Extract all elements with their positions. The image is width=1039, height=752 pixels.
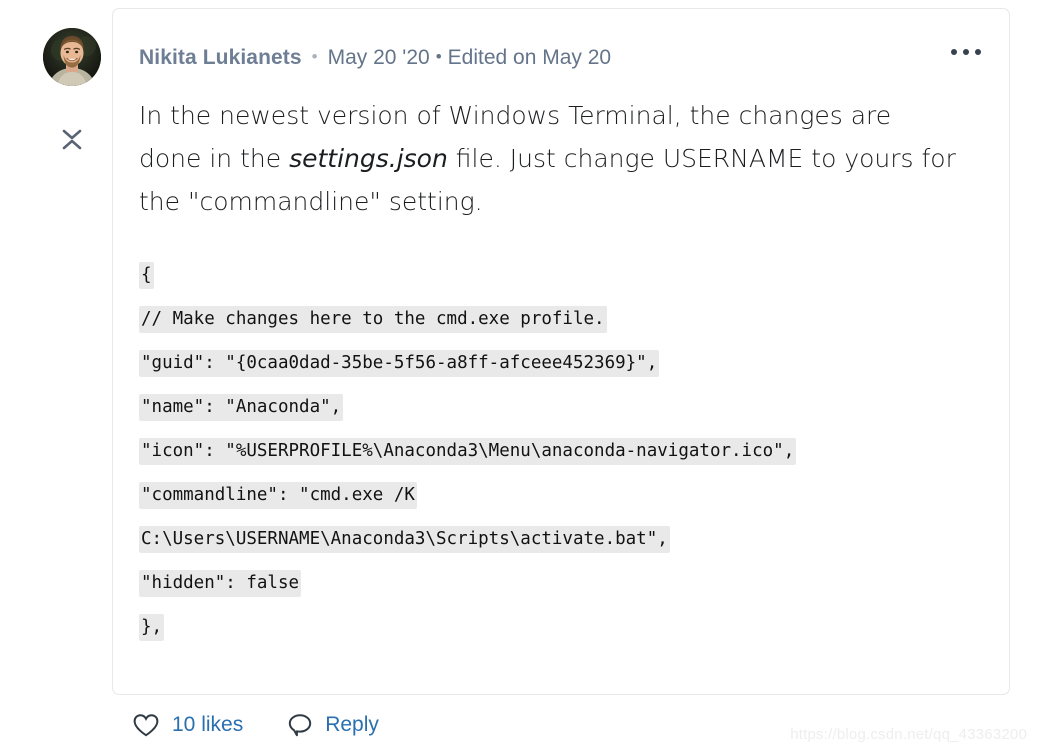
- code-line-text: "hidden": false: [139, 570, 302, 597]
- code-line-text: "guid": "{0caa0dad-35be-5f56-a8ff-afceee…: [139, 350, 660, 377]
- code-line-text: "name": "Anaconda",: [139, 394, 344, 421]
- heart-icon: [132, 713, 160, 738]
- comment-meta: Nikita Lukianets • May 20 '20 • Edited o…: [139, 45, 979, 72]
- avatar[interactable]: [43, 28, 101, 86]
- code-line: "icon": "%USERPROFILE%\Anaconda3\Menu\an…: [139, 429, 979, 473]
- code-line: // Make changes here to the cmd.exe prof…: [139, 297, 979, 341]
- code-line-text: C:\Users\USERNAME\Anaconda3\Scripts\acti…: [139, 526, 670, 553]
- comment-card: Nikita Lukianets • May 20 '20 • Edited o…: [112, 8, 1010, 695]
- comment-container: Nikita Lukianets • May 20 '20 • Edited o…: [0, 0, 1039, 752]
- code-line-text: },: [139, 614, 165, 641]
- code-line: C:\Users\USERNAME\Anaconda3\Scripts\acti…: [139, 517, 979, 561]
- code-line-text: "icon": "%USERPROFILE%\Anaconda3\Menu\an…: [139, 438, 797, 465]
- reply-button[interactable]: Reply: [287, 712, 379, 738]
- collapse-thread-toggle[interactable]: [43, 122, 101, 156]
- reply-label: Reply: [325, 713, 379, 736]
- code-line: "commandline": "cmd.exe /K: [139, 473, 979, 517]
- like-button[interactable]: 10 likes: [132, 713, 243, 738]
- more-horizontal-icon-dot-3: [975, 49, 981, 55]
- more-horizontal-icon-dot-2: [963, 49, 969, 55]
- user-photo-avatar-icon: [43, 28, 101, 86]
- speech-bubble-icon: [287, 712, 313, 738]
- more-options-button[interactable]: [945, 39, 987, 65]
- watermark: https://blog.csdn.net/qq_43363200: [790, 726, 1027, 743]
- code-block: { // Make changes here to the cmd.exe pr…: [139, 253, 979, 649]
- comment-body-filename: settings.json: [289, 144, 448, 173]
- comment-left-rail: [43, 28, 105, 156]
- code-line: {: [139, 253, 979, 297]
- code-line: "name": "Anaconda",: [139, 385, 979, 429]
- code-line-text: {: [139, 262, 154, 289]
- comment-date: May 20 '20: [327, 46, 430, 69]
- code-line: "guid": "{0caa0dad-35be-5f56-a8ff-afceee…: [139, 341, 979, 385]
- meta-separator-1: •: [311, 47, 318, 66]
- code-line-text: // Make changes here to the cmd.exe prof…: [139, 306, 607, 333]
- comment-actions: 10 likes Reply: [132, 712, 379, 738]
- author-name[interactable]: Nikita Lukianets: [139, 45, 302, 71]
- code-line: "hidden": false: [139, 561, 979, 605]
- comment-edited-date: Edited on May 20: [447, 46, 612, 69]
- meta-separator-2: •: [435, 47, 442, 66]
- comment-body: In the newest version of Windows Termina…: [139, 94, 959, 223]
- code-line: },: [139, 605, 979, 649]
- like-count-label: 10 likes: [172, 713, 244, 736]
- more-horizontal-icon-dot-1: [951, 49, 957, 55]
- code-line-text: "commandline": "cmd.exe /K: [139, 482, 417, 509]
- collapse-chevrons-icon: [62, 129, 82, 150]
